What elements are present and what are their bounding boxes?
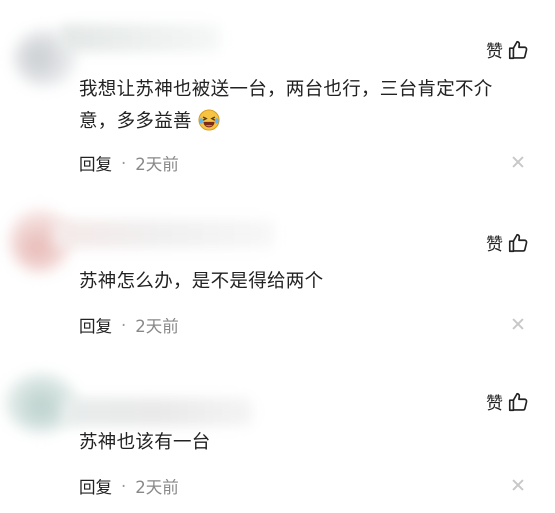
reply-button[interactable]: 回复 (79, 313, 112, 337)
username-blurred[interactable] (54, 220, 274, 248)
username-blurred[interactable] (64, 398, 252, 426)
comment-meta: 回复 · 2天前 (79, 313, 179, 337)
close-icon[interactable] (511, 478, 525, 492)
thumbs-up-icon (507, 232, 529, 254)
comment-text-line: 意，多多益善 (79, 111, 192, 132)
like-label: 赞 (486, 235, 503, 255)
thumbs-up-icon (507, 39, 529, 61)
reply-button[interactable]: 回复 (79, 151, 112, 175)
comment-meta: 回复 · 2天前 (79, 151, 179, 175)
comment-text: 苏神也该有一台 (79, 427, 534, 459)
username-blurred[interactable] (60, 24, 220, 52)
separator-dot: · (121, 315, 127, 335)
comment-text: 苏神怎么办，是不是得给两个 (79, 266, 534, 298)
close-icon[interactable] (511, 317, 525, 331)
thumbs-up-icon (507, 391, 529, 413)
comment-text-line: 苏神怎么办，是不是得给两个 (79, 271, 324, 292)
comment-item: 赞 苏神也该有一台 回复 · 2天前 (0, 340, 555, 513)
comment-meta: 回复 · 2天前 (79, 474, 179, 498)
like-label: 赞 (486, 394, 503, 414)
laughing-face-emoji-icon (198, 109, 220, 131)
timestamp: 2天前 (135, 155, 179, 174)
like-button[interactable]: 赞 (486, 389, 529, 414)
comment-item: 赞 苏神怎么办，是不是得给两个 回复 · 2天前 (0, 180, 555, 340)
comment-text-line: 我想让苏神也被送一台，两台也行，三台肯定不介 (79, 79, 493, 100)
comment-text-line: 苏神也该有一台 (79, 432, 211, 453)
close-icon[interactable] (511, 155, 525, 169)
separator-dot: · (121, 476, 127, 496)
reply-button[interactable]: 回复 (79, 474, 112, 498)
like-button[interactable]: 赞 (486, 37, 529, 62)
separator-dot: · (121, 153, 127, 173)
like-button[interactable]: 赞 (486, 230, 529, 255)
timestamp: 2天前 (135, 478, 179, 497)
comment-text: 我想让苏神也被送一台，两台也行，三台肯定不介 意，多多益善 (79, 74, 534, 138)
like-label: 赞 (486, 42, 503, 62)
timestamp: 2天前 (135, 317, 179, 336)
comment-item: 赞 我想让苏神也被送一台，两台也行，三台肯定不介 意，多多益善 回复 · 2天前 (0, 0, 555, 180)
